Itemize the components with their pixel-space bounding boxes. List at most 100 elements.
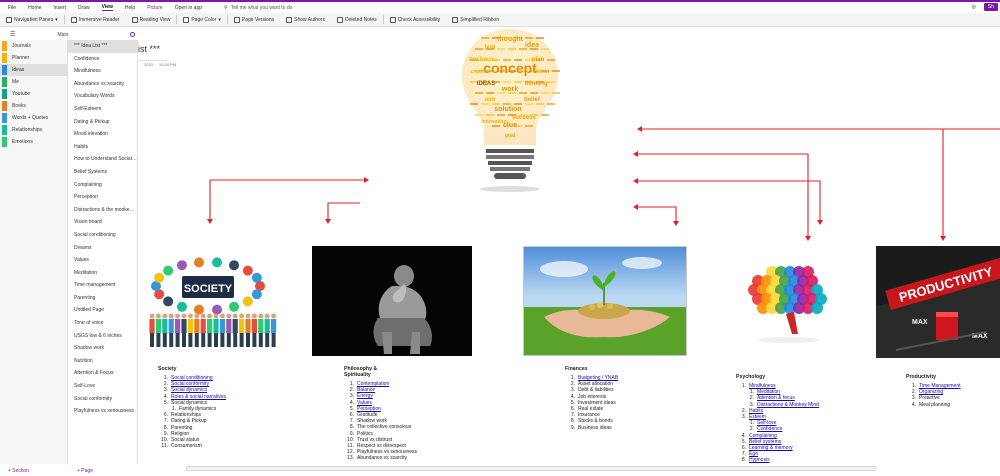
view-toolbar: Navigation Panes ▾ Immersive Reader Reading… xyxy=(0,13,1000,27)
person-figure xyxy=(245,319,251,333)
simplified-ribbon-button[interactable]: Simplified Ribbon xyxy=(446,16,505,23)
page-item-time-management[interactable]: Time management xyxy=(68,279,137,292)
list-item: 13. Abundance vs scarcity xyxy=(344,455,464,461)
psychology-list[interactable]: Psychology 1. Mindfulness 1. Meditation 2. Att… xyxy=(736,374,856,464)
productivity-list[interactable]: Productivity 1. Time Management 2. Organizin… xyxy=(906,374,996,408)
page-item-habits[interactable]: Habits xyxy=(68,141,137,154)
section-label: Relationships xyxy=(12,127,43,133)
page-item-untitled-page[interactable]: Untitled Page xyxy=(68,304,137,317)
page-item-social-conformity[interactable]: Social conformity xyxy=(68,393,137,406)
page-item-vision-board[interactable]: Vision board xyxy=(68,216,137,229)
page-canvas[interactable]: *** Idea List *** 202010:30 PM thoughthi… xyxy=(138,27,1000,476)
person-figure xyxy=(245,313,251,319)
person-figure xyxy=(264,313,270,319)
person-figure xyxy=(155,319,161,333)
page-item-confidence[interactable]: Confidence xyxy=(68,53,137,66)
colorful-brain-image[interactable] xyxy=(732,246,846,360)
page-item-mood-elevation[interactable]: Mood elevation xyxy=(68,128,137,141)
section-item-planner[interactable]: Planner xyxy=(0,52,67,64)
tell-me-box[interactable]: ⚲ Tell me what you want to do xyxy=(224,5,292,11)
add-page-button[interactable]: + Page xyxy=(69,466,138,476)
page-item-parenting[interactable]: Parenting xyxy=(68,292,137,305)
page-item-vocabulary-words[interactable]: Vocabulary Words xyxy=(68,90,137,103)
page-versions-icon xyxy=(233,16,240,23)
check-accessibility-button[interactable]: Check Accessibility xyxy=(384,16,447,23)
search-icon[interactable] xyxy=(130,32,135,37)
deleted-notes-button[interactable]: Deleted Notes xyxy=(331,16,383,23)
person-figure xyxy=(265,333,270,347)
page-item-attention-focus[interactable]: Attention & Focus xyxy=(68,367,137,380)
section-item-words-quotes[interactable]: Words + Quotes xyxy=(0,112,67,124)
page-item-dreams[interactable]: Dreams xyxy=(68,242,137,255)
menu-open-in-app[interactable]: Open in app xyxy=(175,5,202,11)
feedback-icon[interactable]: ◎ xyxy=(972,4,976,10)
page-item-complaining[interactable]: Complaining xyxy=(68,179,137,192)
section-item-relationships[interactable]: Relationships xyxy=(0,124,67,136)
page-item-tone-of-voice[interactable]: Tone of voice xyxy=(68,317,137,330)
toolbar-label: Reading View xyxy=(139,16,171,23)
section-item-me[interactable]: Me xyxy=(0,76,67,88)
immersive-reader-button[interactable]: Immersive Reader xyxy=(65,16,126,23)
section-item-ideas[interactable]: Ideas xyxy=(0,64,67,76)
section-item-emotions[interactable]: Emotions xyxy=(0,136,67,148)
page-item-distractions-the-monkey-mind[interactable]: Distractions & the monkey mind xyxy=(68,204,137,217)
menu-home[interactable]: Home xyxy=(28,5,41,11)
page-item-meditation[interactable]: Meditation xyxy=(68,267,137,280)
society-list[interactable]: Society 1. Social conditioning 2. Social con… xyxy=(158,366,298,449)
arrowhead-icon xyxy=(673,221,679,226)
item-link[interactable]: Hypnosis xyxy=(749,457,770,463)
horizontal-scrollbar[interactable] xyxy=(186,466,876,471)
menu-insert[interactable]: Insert xyxy=(53,5,66,11)
section-item-journals[interactable]: Journals xyxy=(0,40,67,52)
person-figure xyxy=(156,313,161,319)
page-item-playfulness-vs-seriousness[interactable]: Playfulness vs seriousness xyxy=(68,405,137,418)
page-item-self-love[interactable]: Self-Love xyxy=(68,380,137,393)
productivity-heading: Productivity xyxy=(906,374,936,380)
page-item-values[interactable]: Values xyxy=(68,254,137,267)
notebook-crumb[interactable]: Main xyxy=(57,32,68,38)
share-button[interactable]: Sh xyxy=(983,3,998,11)
page-item-dating-pickup[interactable]: Dating & Pickup xyxy=(68,116,137,129)
list-item[interactable]: 8. Hypnosis xyxy=(736,457,856,463)
thinker-statue-image[interactable] xyxy=(312,246,472,356)
page-item-mindfulness[interactable]: Mindfulness xyxy=(68,65,137,78)
page-item-abundance-vs-scarcity[interactable]: Abundance vs scarcity xyxy=(68,78,137,91)
finances-list[interactable]: Finances 1. Budgeting / YNAB 2. Asset alloca… xyxy=(565,366,685,431)
psychology-arrow xyxy=(638,153,809,239)
reading-view-button[interactable]: Reading View xyxy=(126,16,177,23)
page-item-perception[interactable]: Perception xyxy=(68,191,137,204)
person-figure xyxy=(168,319,174,333)
show-authors-button[interactable]: Show Authors xyxy=(280,16,331,23)
page-item-idea-list[interactable]: *** Idea List *** xyxy=(68,40,137,53)
menu-view[interactable]: View xyxy=(101,4,113,11)
page-item-shadow-work[interactable]: Shadow work xyxy=(68,342,137,355)
page-item-how-to-understand-social-cues[interactable]: How to Understand Social Cues xyxy=(68,153,137,166)
page-item-usgs-low-6-inches[interactable]: USGS low & 6 inches xyxy=(68,330,137,343)
section-item-youtube[interactable]: Youtube xyxy=(0,88,67,100)
page-item-self-esteem[interactable]: Self-Esteem xyxy=(68,103,137,116)
society-image[interactable]: SOCIETY xyxy=(144,246,284,350)
section-label: Words + Quotes xyxy=(12,115,49,121)
arrowhead-icon xyxy=(817,220,823,225)
page-item-nutrition[interactable]: Nutrition xyxy=(68,355,137,368)
toolbar-label: Navigation Panes xyxy=(14,16,54,23)
arrowhead-icon xyxy=(637,126,642,132)
page-item-belief-systems[interactable]: Belief Systems xyxy=(68,166,137,179)
philosophy-list[interactable]: Philosophy & Spirituality 1. Contemplation… xyxy=(344,366,464,462)
coins-plant-hands-image[interactable] xyxy=(523,246,687,356)
person-figure xyxy=(182,333,186,347)
menu-draw[interactable]: Draw xyxy=(78,5,90,11)
navigation-panes-button[interactable]: Navigation Panes ▾ xyxy=(0,16,64,23)
person-figure xyxy=(252,333,257,347)
menu-file[interactable]: File xyxy=(8,5,16,11)
menu-help[interactable]: Help xyxy=(125,5,135,11)
add-section-button[interactable]: + Section xyxy=(0,466,69,476)
productivity-slider-image[interactable]: PRODUCTIVITY MAX MAX xyxy=(876,246,1000,358)
menu-picture[interactable]: Picture xyxy=(147,5,163,11)
section-item-books[interactable]: Books xyxy=(0,100,67,112)
page-versions-button[interactable]: Page Versions xyxy=(228,16,280,23)
page-color-button[interactable]: Page Color ▾ xyxy=(177,16,227,23)
page-item-social-conditioning[interactable]: Social conditioning xyxy=(68,229,137,242)
hamburger-icon[interactable]: ☰ xyxy=(10,31,15,38)
item-link[interactable]: Distractions & Monkey Mind xyxy=(757,402,819,408)
